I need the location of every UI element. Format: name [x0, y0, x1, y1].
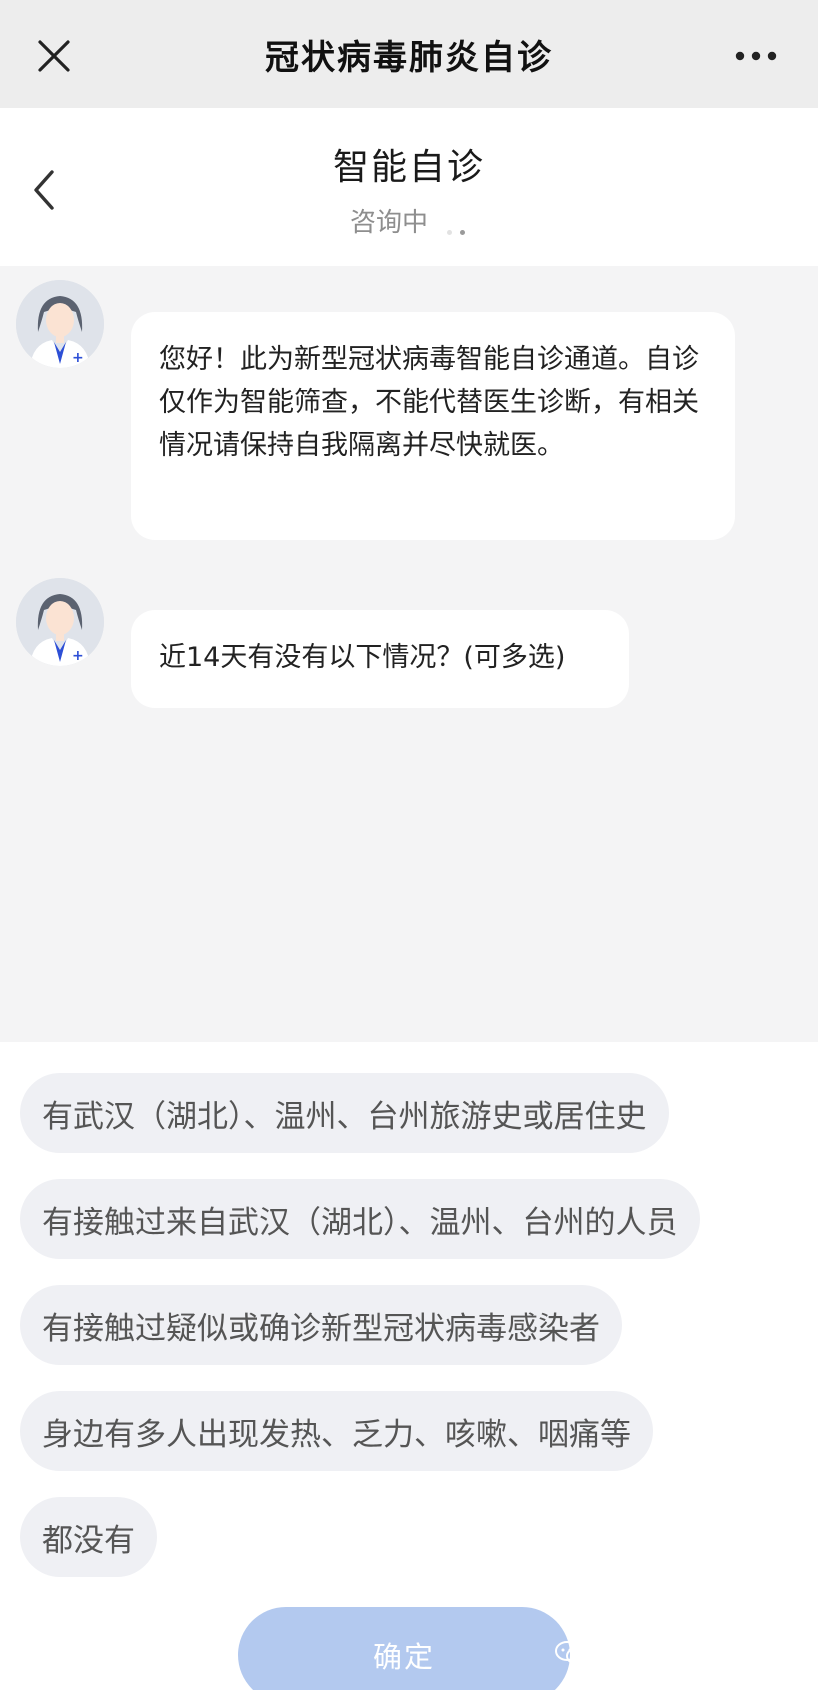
doctor-avatar: + [16, 280, 104, 368]
app-bar: 冠状病毒肺炎自诊 [0, 0, 818, 108]
app-title: 冠状病毒肺炎自诊 [265, 37, 553, 78]
page-title: 智能自诊 [332, 147, 485, 188]
message-bubble: 您好！此为新型冠状病毒智能自诊通道。自诊仅作为智能筛查，不能代替医生诊断，有相关… [131, 312, 735, 540]
status-text: 咨询中 [0, 202, 818, 239]
more-icon[interactable] [734, 50, 778, 62]
watermark-text: 温岭市第一人民医院 [593, 1643, 792, 1668]
option-chip[interactable]: 有武汉（湖北）、温州、台州旅游史或居住史 [20, 1073, 669, 1153]
option-chip[interactable]: 都没有 [20, 1497, 157, 1577]
typing-indicator [447, 220, 473, 239]
doctor-avatar: + [16, 578, 104, 666]
option-chip[interactable]: 有接触过来自武汉（湖北）、温州、台州的人员 [20, 1179, 700, 1259]
close-icon[interactable] [34, 36, 74, 76]
option-chip[interactable]: 身边有多人出现发热、乏力、咳嗽、咽痛等 [20, 1391, 653, 1471]
chat-header: 智能自诊 咨询中 [0, 108, 818, 266]
watermark: 温岭市第一人民医院 [554, 1637, 792, 1669]
option-chip[interactable]: 有接触过疑似或确诊新型冠状病毒感染者 [20, 1285, 622, 1365]
wechat-icon [554, 1641, 586, 1665]
status-label: 咨询中 [349, 208, 428, 238]
confirm-button[interactable]: 确定 [238, 1607, 570, 1690]
chat-area: + 您好！此为新型冠状病毒智能自诊通道。自诊仅作为智能筛查，不能代替医生诊断，有… [0, 266, 818, 1042]
svg-text:+: + [72, 350, 84, 366]
message-bubble: 近14天有没有以下情况？(可多选) [131, 610, 629, 708]
svg-text:+: + [72, 648, 84, 664]
